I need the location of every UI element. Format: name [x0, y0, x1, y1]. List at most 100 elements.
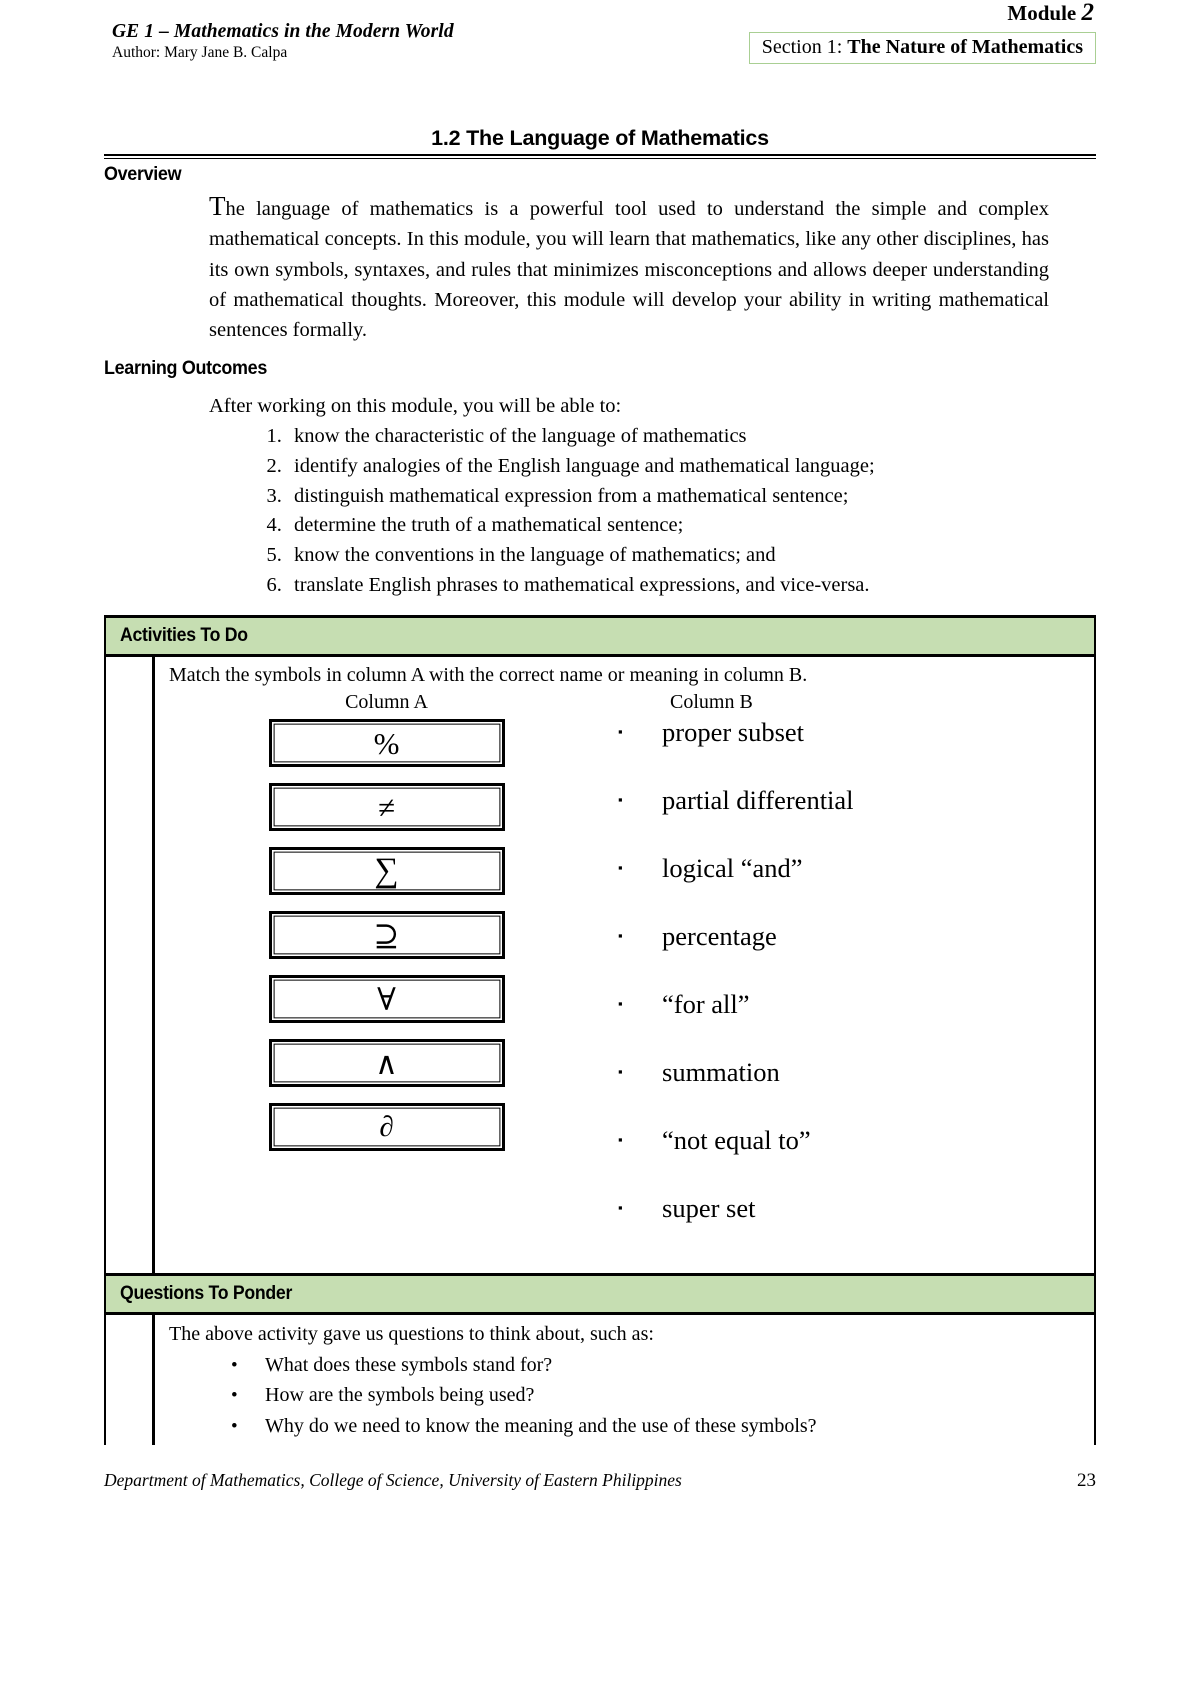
- list-item: identify analogies of the English langua…: [287, 452, 1096, 482]
- activities-panel: Activities To Do Match the symbols in co…: [104, 615, 1096, 1274]
- not-equal-symbol: ≠: [377, 789, 395, 825]
- questions-list: • What does these symbols stand for? • H…: [169, 1350, 1084, 1442]
- title-divider: [104, 153, 1096, 160]
- learning-outcomes-body: After working on this module, you will b…: [209, 392, 1096, 601]
- square-bullet-icon: ▪: [618, 1200, 623, 1216]
- questions-heading-bar: Questions To Ponder: [106, 1275, 1094, 1315]
- list-item: determine the truth of a mathematical se…: [287, 511, 1096, 541]
- column-a-heading: Column A: [345, 691, 428, 714]
- question-label: What does these symbols stand for?: [265, 1353, 553, 1376]
- list-item: • How are the symbols being used?: [231, 1380, 1084, 1411]
- overview-heading: Overview: [104, 163, 182, 186]
- list-item[interactable]: ▪ proper subset: [618, 719, 1084, 787]
- superset-symbol: ⊇: [373, 917, 400, 953]
- questions-heading: Questions To Ponder: [120, 1283, 293, 1305]
- activities-content: Match the symbols in column A with the c…: [154, 657, 1094, 1274]
- summation-symbol: ∑: [374, 852, 399, 890]
- questions-content: The above activity gave us questions to …: [154, 1315, 1094, 1446]
- activities-heading: Activities To Do: [120, 625, 248, 647]
- column-b-item-label: proper subset: [662, 717, 805, 748]
- symbol-box-logical-and[interactable]: ∧: [268, 1039, 505, 1088]
- overview-dropcap: T: [209, 191, 226, 222]
- overview-paragraph: The language of mathematics is a powerfu…: [209, 191, 1096, 345]
- overview-paragraph-text: he language of mathematics is a powerful…: [209, 198, 1049, 341]
- header-left-block: GE 1 – Mathematics in the Modern World A…: [112, 21, 454, 62]
- list-item[interactable]: ▪ logical “and”: [618, 855, 1084, 923]
- column-b-item-label: “not equal to”: [662, 1125, 811, 1156]
- matching-columns: Column A % ≠ ∑ ⊇ ∀ ∧ ∂ Column B ▪ proper…: [169, 690, 1084, 1263]
- section-name: The Nature of Mathematics: [847, 36, 1083, 58]
- page-header: GE 1 – Mathematics in the Modern World A…: [104, 0, 1096, 120]
- questions-row: The above activity gave us questions to …: [106, 1314, 1094, 1446]
- section-banner: Section 1: The Nature of Mathematics: [748, 32, 1096, 64]
- symbol-box-not-equal[interactable]: ≠: [268, 783, 505, 832]
- questions-gutter: [106, 1315, 154, 1446]
- bullet-icon: •: [231, 1354, 238, 1376]
- header-right-block: Module 2 Section 1: The Nature of Mathem…: [748, 0, 1096, 64]
- learning-outcomes-lead: After working on this module, you will b…: [209, 394, 622, 417]
- square-bullet-icon: ▪: [618, 792, 623, 808]
- percent-symbol: %: [373, 725, 400, 761]
- page-footer: Department of Mathematics, College of Sc…: [104, 1470, 1096, 1492]
- overview-body: The language of mathematics is a powerfu…: [209, 191, 1096, 345]
- column-a: Column A % ≠ ∑ ⊇ ∀ ∧ ∂: [169, 690, 604, 1167]
- square-bullet-icon: ▪: [618, 928, 623, 944]
- author-line: Author: Mary Jane B. Calpa: [112, 44, 288, 62]
- question-label: Why do we need to know the meaning and t…: [265, 1414, 817, 1437]
- symbol-box-for-all[interactable]: ∀: [268, 975, 505, 1024]
- symbol-box-partial-derivative[interactable]: ∂: [268, 1103, 505, 1152]
- activities-heading-bar: Activities To Do: [106, 617, 1094, 657]
- list-item: translate English phrases to mathematica…: [287, 571, 1096, 601]
- square-bullet-icon: ▪: [618, 724, 623, 740]
- square-bullet-icon: ▪: [618, 996, 623, 1012]
- document-page: GE 1 – Mathematics in the Modern World A…: [0, 0, 1200, 1697]
- list-item: know the conventions in the language of …: [287, 541, 1096, 571]
- column-b-item-label: super set: [662, 1193, 756, 1224]
- module-label: Module: [1007, 1, 1077, 25]
- column-b-list: ▪ proper subset ▪ partial differential ▪…: [618, 719, 1084, 1263]
- list-item[interactable]: ▪ “not equal to”: [618, 1127, 1084, 1195]
- list-item: know the characteristic of the language …: [287, 422, 1096, 452]
- bullet-icon: •: [231, 1385, 238, 1407]
- activities-gutter: [106, 657, 154, 1274]
- square-bullet-icon: ▪: [618, 1064, 623, 1080]
- symbol-box-summation[interactable]: ∑: [268, 847, 505, 896]
- list-item: distinguish mathematical expression from…: [287, 482, 1096, 512]
- for-all-symbol: ∀: [377, 981, 396, 1017]
- list-item[interactable]: ▪ “for all”: [618, 991, 1084, 1059]
- questions-text-block: The above activity gave us questions to …: [169, 1321, 1084, 1441]
- square-bullet-icon: ▪: [618, 860, 623, 876]
- column-b-item-label: logical “and”: [662, 853, 803, 884]
- list-item[interactable]: ▪ super set: [618, 1195, 1084, 1263]
- column-b: Column B ▪ proper subset ▪ partial diffe…: [604, 690, 1084, 1263]
- section-label: Section 1:: [761, 36, 843, 58]
- symbol-box-percent[interactable]: %: [268, 719, 505, 768]
- bullet-icon: •: [231, 1415, 238, 1437]
- question-label: How are the symbols being used?: [265, 1384, 535, 1407]
- list-item: • What does these symbols stand for?: [231, 1350, 1084, 1381]
- column-b-item-label: partial differential: [662, 785, 854, 816]
- logical-and-symbol: ∧: [375, 1045, 398, 1081]
- learning-outcomes-list: know the characteristic of the language …: [209, 422, 1096, 602]
- column-b-item-label: summation: [662, 1057, 780, 1088]
- list-item[interactable]: ▪ summation: [618, 1059, 1084, 1127]
- course-title: GE 1 – Mathematics in the Modern World: [112, 21, 454, 42]
- column-b-item-label: percentage: [662, 921, 777, 952]
- square-bullet-icon: ▪: [618, 1132, 623, 1148]
- module-number: 2: [1081, 0, 1095, 26]
- page-number: 23: [1077, 1470, 1096, 1491]
- partial-derivative-symbol: ∂: [379, 1110, 394, 1143]
- module-label-line: Module 2: [749, 0, 1096, 25]
- column-b-heading: Column B: [670, 691, 753, 714]
- column-b-item-label: “for all”: [662, 989, 750, 1020]
- list-item: • Why do we need to know the meaning and…: [231, 1411, 1084, 1442]
- questions-panel: Questions To Ponder The above activity g…: [104, 1273, 1096, 1446]
- list-item[interactable]: ▪ percentage: [618, 923, 1084, 991]
- learning-outcomes-heading: Learning Outcomes: [104, 356, 267, 379]
- list-item[interactable]: ▪ partial differential: [618, 787, 1084, 855]
- activities-row: Match the symbols in column A with the c…: [106, 656, 1094, 1274]
- symbol-box-superset[interactable]: ⊇: [268, 911, 505, 960]
- footer-department: Department of Mathematics, College of Sc…: [104, 1470, 682, 1490]
- activities-instruction: Match the symbols in column A with the c…: [169, 664, 808, 687]
- page-title: 1.2 The Language of Mathematics: [431, 126, 769, 150]
